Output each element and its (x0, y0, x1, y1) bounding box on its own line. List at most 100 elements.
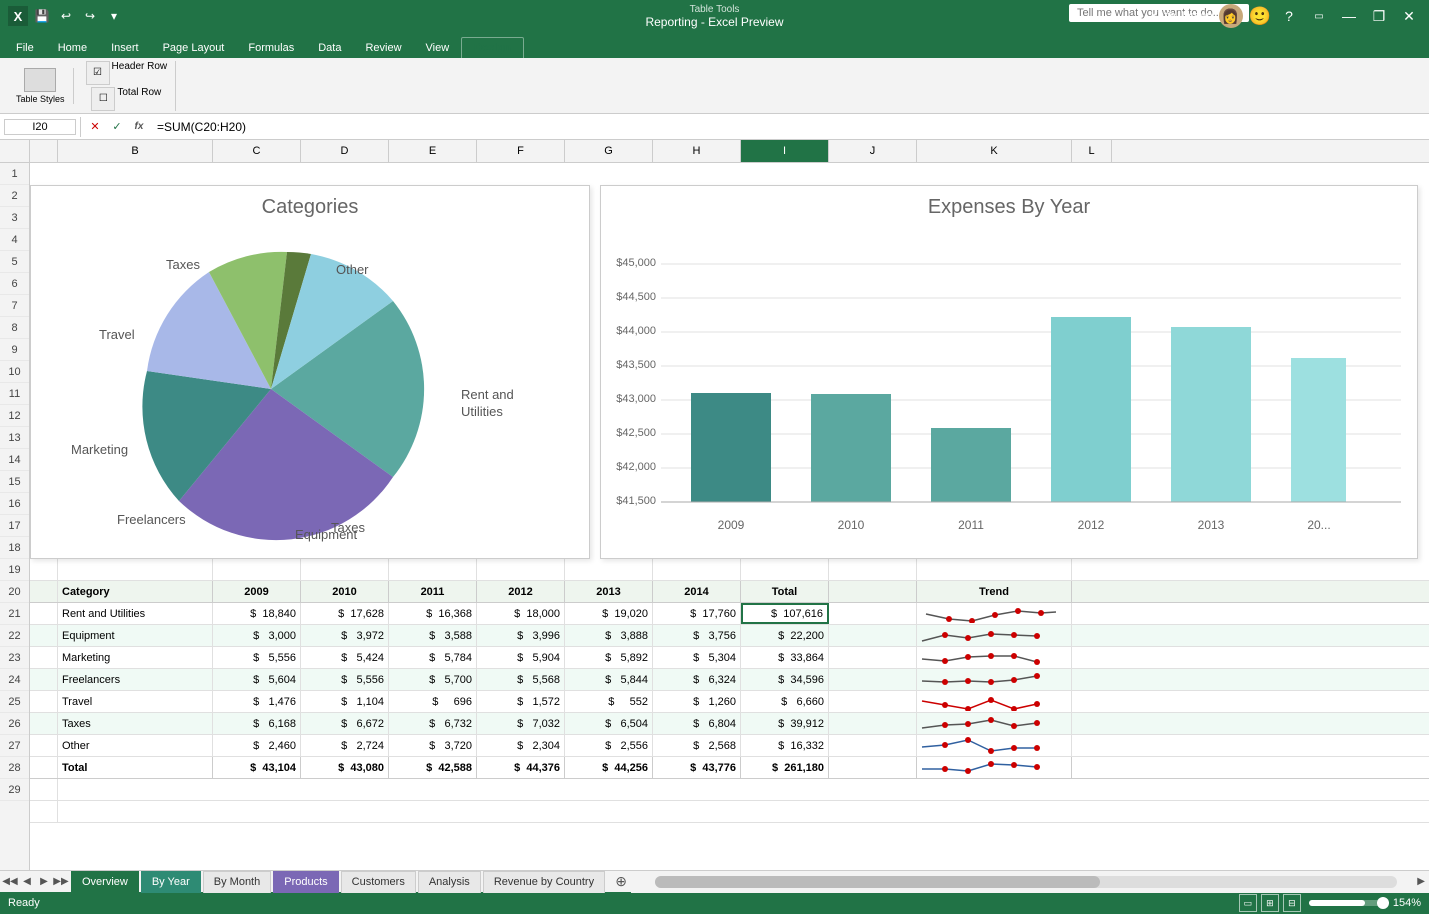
help-button[interactable]: ? (1277, 4, 1301, 28)
ribbon: Table Styles ☑ Header Row ☐ Total Row (0, 58, 1429, 114)
col-header-D[interactable]: D (301, 140, 389, 162)
table-row-travel[interactable]: Travel $ 1,476 $ 1,104 $ 696 $ 1,572 $ 5… (30, 691, 1429, 713)
user-avatar[interactable]: 👩 (1219, 4, 1243, 28)
pie-chart[interactable]: Categories (30, 185, 590, 559)
cell-25-trend (917, 713, 1072, 734)
label-equipment: Equipment (295, 527, 358, 542)
col-header-H[interactable]: H (653, 140, 741, 162)
tab-file[interactable]: File (4, 38, 46, 58)
close-button[interactable]: ✕ (1397, 4, 1421, 28)
cell-20-total[interactable]: $ 107,616 (741, 603, 829, 624)
sheet-tab-products[interactable]: Products (273, 871, 338, 893)
page-layout-view-button[interactable]: ⊞ (1261, 894, 1279, 912)
table-total-row: Total $ 43,104 $ 43,080 $ 42,588 $ 44,37… (30, 757, 1429, 779)
col-header-C[interactable]: C (213, 140, 301, 162)
tab-next-button[interactable]: ▶ (36, 874, 52, 890)
tab-design[interactable]: Design (461, 37, 524, 58)
cells-area[interactable]: Categories (30, 163, 1429, 870)
total-row-check[interactable]: ☐ (91, 87, 115, 111)
undo-button[interactable]: ↩ (56, 6, 76, 26)
tab-insert[interactable]: Insert (99, 38, 151, 58)
cell-22-blank (829, 647, 917, 668)
cell-23-2010: $ 5,556 (301, 669, 389, 690)
cell-total-trend (917, 757, 1072, 778)
formula-input[interactable] (153, 118, 1425, 136)
cell-21-2012: $ 3,996 (477, 625, 565, 646)
tab-formulas[interactable]: Formulas (236, 38, 306, 58)
cell-total-blank (829, 757, 917, 778)
zoom-controls[interactable]: 154% (1309, 897, 1421, 909)
col-header-B[interactable]: B (58, 140, 213, 162)
tab-review[interactable]: Review (353, 38, 413, 58)
customize-button[interactable]: ▾ (104, 6, 124, 26)
tab-nav-buttons[interactable]: ◀◀ ◀ ▶ ▶▶ (0, 874, 71, 890)
zoom-slider-thumb[interactable] (1377, 897, 1389, 909)
table-row-taxes[interactable]: Taxes $ 6,168 $ 6,672 $ 6,732 $ 7,032 $ … (30, 713, 1429, 735)
cell-reference-input[interactable] (4, 119, 76, 135)
cell-total-label: Total (58, 757, 213, 778)
row-num-17: 17 (0, 515, 29, 537)
table-row-marketing[interactable]: Marketing $ 5,556 $ 5,424 $ 5,784 $ 5,90… (30, 647, 1429, 669)
table-style-1[interactable] (24, 68, 56, 92)
column-headers: B C D E F G H I J K L (0, 140, 1429, 163)
header-row-check[interactable]: ☑ (86, 61, 110, 85)
tab-page-layout[interactable]: Page Layout (151, 38, 237, 58)
status-bar: Ready ▭ ⊞ ⊟ 154% (0, 892, 1429, 914)
col-header-K[interactable]: K (917, 140, 1072, 162)
row-num-11: 11 (0, 383, 29, 405)
quick-access-toolbar[interactable]: X 💾 ↩ ↪ ▾ (8, 6, 124, 26)
insert-function-icon[interactable]: fx (129, 117, 149, 137)
table-row-freelancers[interactable]: Freelancers $ 5,604 $ 5,556 $ 5,700 $ 5,… (30, 669, 1429, 691)
bar-chart[interactable]: Expenses By Year $45,000 $44,500 $44,000… (600, 185, 1418, 559)
tab-last-button[interactable]: ▶▶ (53, 874, 69, 890)
svg-text:20...: 20... (1307, 518, 1330, 532)
cell-24-2012: $ 1,572 (477, 691, 565, 712)
cell-total-2009: $ 43,104 (213, 757, 301, 778)
redo-button[interactable]: ↪ (80, 6, 100, 26)
confirm-formula-icon[interactable]: ✓ (107, 117, 127, 137)
table-row-other[interactable]: Other $ 2,460 $ 2,724 $ 3,720 $ 2,304 $ … (30, 735, 1429, 757)
table-row-equipment[interactable]: Equipment $ 3,000 $ 3,972 $ 3,588 $ 3,99… (30, 625, 1429, 647)
cell-22-2014: $ 5,304 (653, 647, 741, 668)
sheet-tab-analysis[interactable]: Analysis (418, 871, 481, 893)
sheet-tab-overview[interactable]: Overview (71, 871, 139, 893)
tab-data[interactable]: Data (306, 38, 353, 58)
sheet-tab-by-year[interactable]: By Year (141, 871, 201, 893)
tab-home[interactable]: Home (46, 38, 99, 58)
tab-first-button[interactable]: ◀◀ (2, 874, 18, 890)
col-header-I[interactable]: I (741, 140, 829, 162)
ribbon-tabs[interactable]: File Home Insert Page Layout Formulas Da… (0, 32, 1429, 58)
cell-20-2010: $ 17,628 (301, 603, 389, 624)
add-sheet-button[interactable]: ⊕ (611, 872, 631, 892)
view-buttons[interactable]: ▭ ⊞ ⊟ (1239, 894, 1301, 912)
ribbon-toggle-button[interactable]: ▭ (1307, 4, 1331, 28)
sheet-tab-by-month[interactable]: By Month (203, 871, 271, 893)
normal-view-button[interactable]: ▭ (1239, 894, 1257, 912)
row-29 (30, 801, 1429, 823)
row-num-5: 5 (0, 251, 29, 273)
col-header-E[interactable]: E (389, 140, 477, 162)
col-header-L[interactable]: L (1072, 140, 1112, 162)
save-button[interactable]: 💾 (32, 6, 52, 26)
label-travel: Travel (99, 327, 135, 342)
sheet-tab-revenue[interactable]: Revenue by Country (483, 871, 605, 893)
horizontal-scrollbar[interactable]: ▶ (631, 871, 1429, 893)
col-header-G[interactable]: G (565, 140, 653, 162)
restore-button[interactable]: ❐ (1367, 4, 1391, 28)
cell-26-2011: $ 3,720 (389, 735, 477, 756)
col-header-A[interactable] (30, 140, 58, 162)
cell-23-blank (829, 669, 917, 690)
minimize-button[interactable]: — (1337, 4, 1361, 28)
scroll-right-button[interactable]: ▶ (1417, 876, 1425, 887)
cell-23-2014: $ 6,324 (653, 669, 741, 690)
col-header-J[interactable]: J (829, 140, 917, 162)
tab-view[interactable]: View (414, 38, 462, 58)
col-header-F[interactable]: F (477, 140, 565, 162)
cell-24-2011: $ 696 (389, 691, 477, 712)
cell-category-22: Marketing (58, 647, 213, 668)
tab-prev-button[interactable]: ◀ (19, 874, 35, 890)
cancel-formula-icon[interactable]: ✕ (85, 117, 105, 137)
sheet-tab-customers[interactable]: Customers (341, 871, 416, 893)
page-break-view-button[interactable]: ⊟ (1283, 894, 1301, 912)
table-row-rent[interactable]: Rent and Utilities $ 18,840 $ 17,628 $ 1… (30, 603, 1429, 625)
